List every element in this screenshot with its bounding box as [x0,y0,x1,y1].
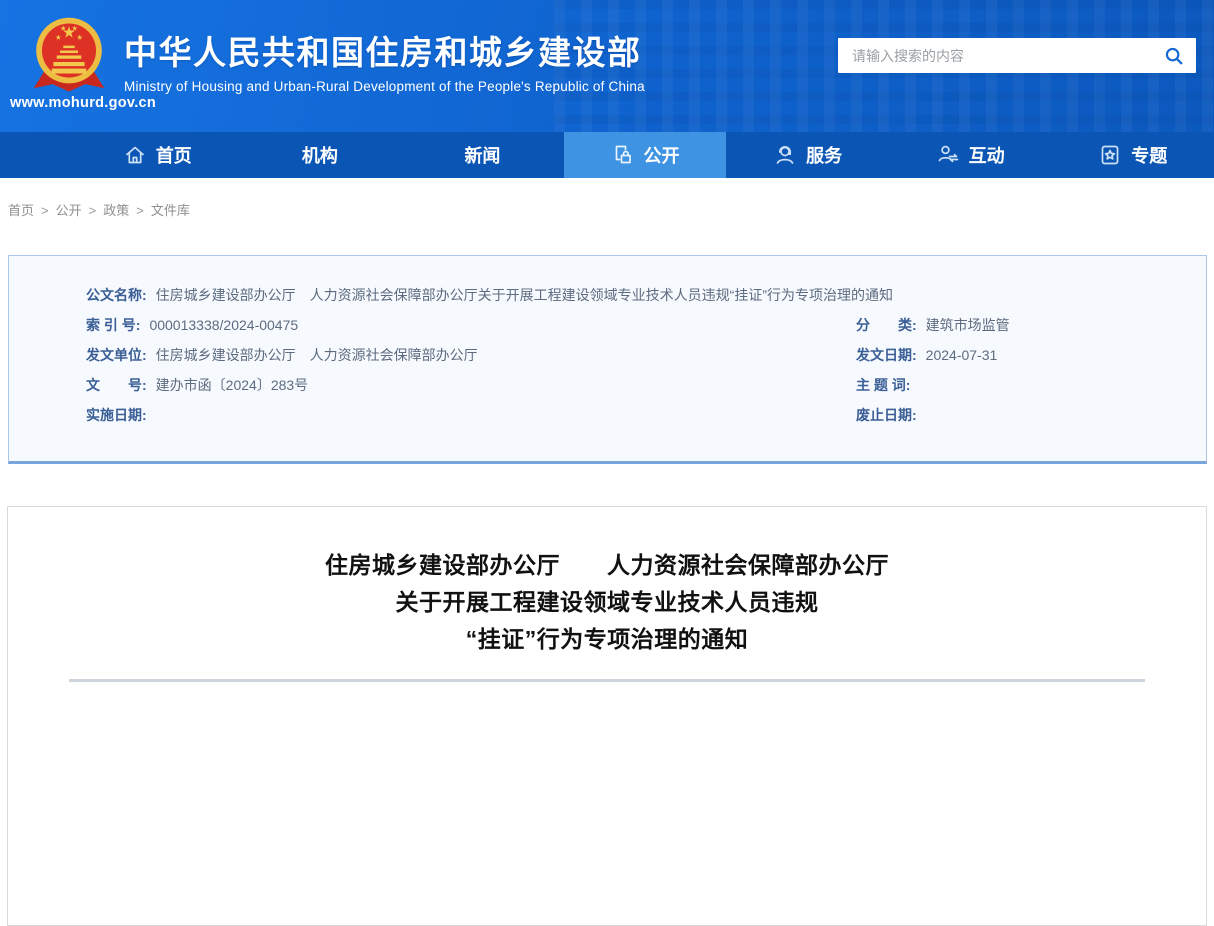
nav-item-services[interactable]: 服务 [726,132,889,178]
document-metadata-box: 公文名称: 住房城乡建设部办公厅 人力资源社会保障部办公厅关于开展工程建设领域专… [8,255,1207,464]
meta-field-category: 分 类: 建筑市场监管 [856,310,1196,340]
meta-value: 住房城乡建设部办公厅 人力资源社会保障部办公厅 [156,345,478,365]
meta-field-subject-words: 主 题 词: [856,370,1196,400]
breadcrumb-separator: > [41,203,49,218]
meta-value: 建筑市场监管 [926,315,1010,335]
site-title-block: 中华人民共和国住房和城乡建设部 Ministry of Housing and … [124,33,645,94]
search-input[interactable] [838,38,1152,73]
breadcrumb-link-home[interactable]: 首页 [8,203,34,218]
meta-value: 2024-07-31 [926,347,998,363]
interact-person-icon [936,143,960,167]
meta-field-doc-name: 公文名称: 住房城乡建设部办公厅 人力资源社会保障部办公厅关于开展工程建设领域专… [86,280,1196,310]
meta-label: 发文日期: [856,345,917,365]
breadcrumb-link-open[interactable]: 公开 [56,203,82,218]
nav-item-label: 新闻 [464,142,500,168]
national-emblem-icon [28,12,110,94]
breadcrumb: 首页 > 公开 > 政策 > 文件库 [0,178,1214,238]
search-button[interactable] [1152,38,1196,73]
nav-item-label: 公开 [644,142,680,168]
nav-item-label: 首页 [156,142,192,168]
nav-item-label: 机构 [302,142,338,168]
meta-label: 实施日期: [86,405,147,425]
breadcrumb-separator: > [136,203,144,218]
search-icon [1163,45,1185,67]
open-documents-icon [611,143,635,167]
meta-field-issuing-unit: 发文单位: 住房城乡建设部办公厅 人力资源社会保障部办公厅 [86,340,856,370]
search-box [838,38,1196,73]
topic-star-icon [1098,143,1122,167]
meta-label: 分 类: [856,315,917,335]
meta-field-repeal-date: 废止日期: [856,400,1196,430]
meta-value: 住房城乡建设部办公厅 人力资源社会保障部办公厅关于开展工程建设领域专业技术人员违… [156,285,893,305]
nav-item-news[interactable]: 新闻 [401,132,564,178]
nav-item-label: 专题 [1131,142,1167,168]
nav-item-topics[interactable]: 专题 [1051,132,1214,178]
site-url: www.mohurd.gov.cn [10,95,156,111]
meta-field-effective-date: 实施日期: [86,400,856,430]
breadcrumb-link-library[interactable]: 文件库 [151,203,190,218]
main-nav: 首页 机构 新闻 公开 服务 [0,132,1214,178]
document-title-line-1: 住房城乡建设部办公厅 人力资源社会保障部办公厅 [8,547,1206,584]
site-subtitle: Ministry of Housing and Urban-Rural Deve… [124,79,645,94]
document-title-line-2: 关于开展工程建设领域专业技术人员违规 [8,584,1206,621]
meta-value: 建办市函〔2024〕283号 [156,375,309,395]
meta-label: 文 号: [86,375,147,395]
title-divider [69,679,1145,682]
meta-field-doc-number: 文 号: 建办市函〔2024〕283号 [86,370,856,400]
nav-item-label: 服务 [806,142,842,168]
meta-label: 索 引 号: [86,315,140,335]
nav-item-home[interactable]: 首页 [0,132,239,178]
meta-field-issue-date: 发文日期: 2024-07-31 [856,340,1196,370]
site-header: www.mohurd.gov.cn 中华人民共和国住房和城乡建设部 Minist… [0,0,1214,132]
nav-item-org[interactable]: 机构 [239,132,402,178]
meta-label: 主 题 词: [856,375,910,395]
breadcrumb-separator: > [89,203,97,218]
nav-item-interact[interactable]: 互动 [889,132,1052,178]
nav-item-open[interactable]: 公开 [564,132,727,178]
service-person-icon [773,143,797,167]
site-title: 中华人民共和国住房和城乡建设部 [124,33,645,73]
meta-label: 公文名称: [86,285,147,305]
nav-item-label: 互动 [969,142,1005,168]
meta-value: 000013338/2024-00475 [149,317,298,333]
document-content-box: 住房城乡建设部办公厅 人力资源社会保障部办公厅 关于开展工程建设领域专业技术人员… [7,506,1207,926]
meta-field-index-number: 索 引 号: 000013338/2024-00475 [86,310,856,340]
document-title-line-3: “挂证”行为专项治理的通知 [8,621,1206,658]
home-icon [123,143,147,167]
breadcrumb-link-policy[interactable]: 政策 [103,203,129,218]
meta-label: 废止日期: [856,405,917,425]
meta-label: 发文单位: [86,345,147,365]
